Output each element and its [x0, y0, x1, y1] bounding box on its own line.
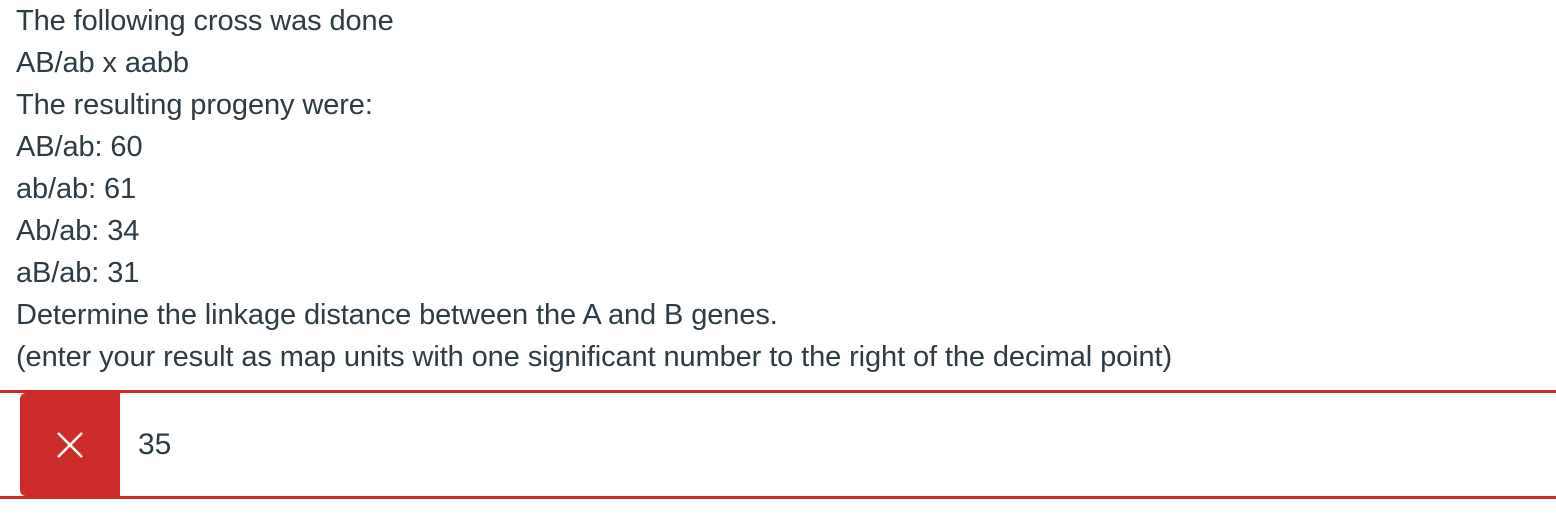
prompt-line-progeny-head: The resulting progeny were:: [16, 89, 373, 121]
prompt-line-cross: AB/ab x aabb: [16, 47, 189, 79]
prompt-line-progeny-aBab: aB/ab: 31: [16, 257, 140, 289]
answer-input-wrapper[interactable]: [120, 393, 1556, 496]
prompt-line-intro: The following cross was done: [16, 5, 394, 37]
answer-input[interactable]: [138, 426, 1556, 463]
status-badge-incorrect: [20, 393, 120, 496]
prompt-line-progeny-Abab: Ab/ab: 34: [16, 215, 140, 247]
prompt-line-format-note: (enter your result as map units with one…: [16, 341, 1173, 373]
prompt-line-progeny-ABab: AB/ab: 60: [16, 131, 143, 163]
prompt-line-task: Determine the linkage distance between t…: [16, 299, 778, 331]
prompt-line-progeny-abab: ab/ab: 61: [16, 173, 137, 205]
answer-row: [0, 390, 1556, 499]
question-prompt: The following cross was done AB/ab x aab…: [16, 0, 1546, 378]
close-icon: [53, 428, 87, 462]
quiz-question-page: The following cross was done AB/ab x aab…: [0, 0, 1556, 516]
